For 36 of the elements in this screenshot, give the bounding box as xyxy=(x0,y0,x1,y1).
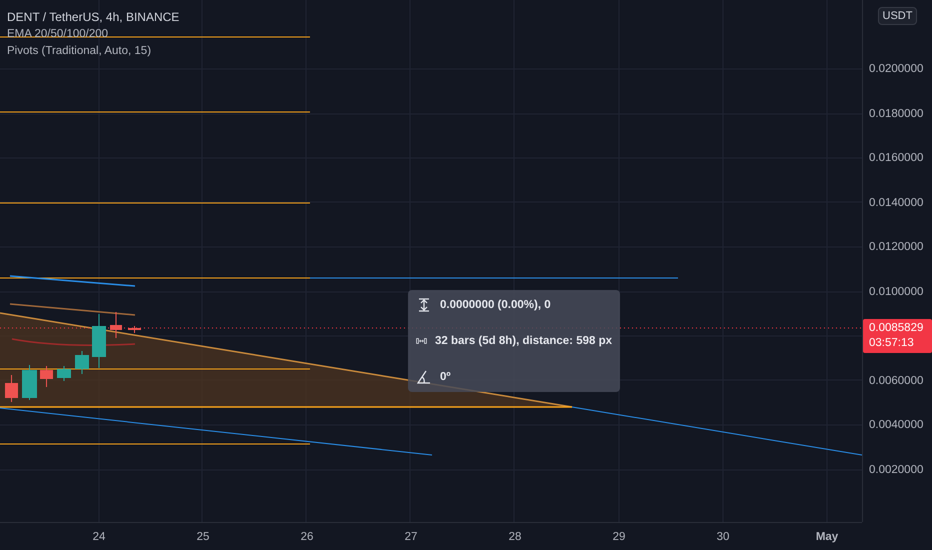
candle xyxy=(5,374,18,402)
last-price: 0.0085829 xyxy=(869,321,924,336)
time-tick: May xyxy=(814,530,840,542)
candle xyxy=(57,366,71,382)
price-tick: 0.0020000 xyxy=(868,462,924,478)
candle xyxy=(40,366,53,388)
measure-value: 32 bars (5d 8h), distance: 598 px xyxy=(434,335,612,347)
symbol-title: DENT / TetherUS, 4h, BINANCE xyxy=(7,10,180,24)
time-tick: 30 xyxy=(716,530,730,542)
bar-countdown: 03:57:13 xyxy=(869,336,915,351)
price-tick: 0.0160000 xyxy=(868,151,924,166)
time-tick: 28 xyxy=(508,530,522,542)
height-measure-icon xyxy=(416,298,432,312)
measure-value: 0º xyxy=(440,371,451,383)
currency-badge[interactable]: USDT xyxy=(878,7,918,25)
time-tick: 29 xyxy=(612,530,626,542)
time-tick: 24 xyxy=(92,530,106,542)
price-tick: 0.0060000 xyxy=(868,374,924,388)
price-tick: 0.0100000 xyxy=(868,284,924,300)
indicator-label[interactable]: Pivots (Traditional, Auto, 15) xyxy=(7,44,180,58)
angle-icon xyxy=(416,370,432,384)
candle xyxy=(22,364,37,400)
candle xyxy=(75,350,89,374)
candle xyxy=(92,314,106,368)
measure-value: 0.0000000 (0.00%), 0 xyxy=(440,299,551,311)
time-tick: 25 xyxy=(196,530,210,542)
price-tick: 0.0140000 xyxy=(868,196,924,210)
trend-line[interactable] xyxy=(0,408,432,456)
price-tick: 0.0040000 xyxy=(868,418,924,433)
price-tick: 0.0200000 xyxy=(868,62,924,77)
time-tick: 26 xyxy=(300,530,314,542)
price-tick: 0.0120000 xyxy=(868,240,924,255)
price-tick: 0.0180000 xyxy=(868,106,924,122)
candle xyxy=(128,326,141,334)
candle xyxy=(110,312,122,338)
time-tick: 27 xyxy=(404,530,418,542)
